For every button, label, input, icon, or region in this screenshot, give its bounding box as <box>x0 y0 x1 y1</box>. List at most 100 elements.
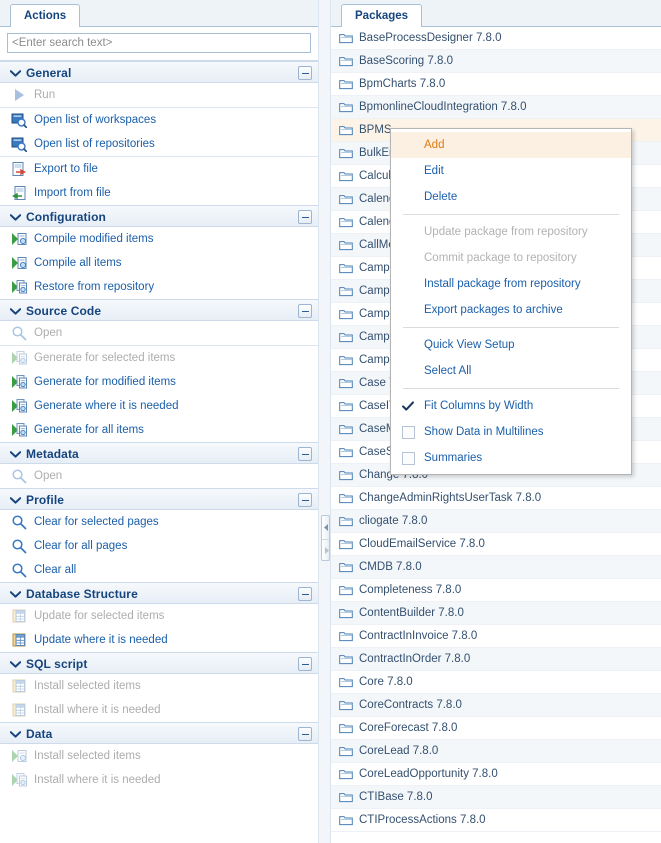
menu-item-fit-columns-by-width[interactable]: Fit Columns by Width <box>391 393 631 419</box>
section-header-configuration[interactable]: Configuration <box>0 205 318 227</box>
section-collapse-button[interactable] <box>298 493 312 507</box>
package-row[interactable]: BaseScoring 7.8.0 <box>331 50 661 73</box>
search-input[interactable] <box>7 33 311 53</box>
section-collapse-button[interactable] <box>298 66 312 80</box>
package-name: BpmonlineCloudIntegration 7.8.0 <box>359 101 527 113</box>
section-collapse-button[interactable] <box>298 657 312 671</box>
checkbox-unchecked-icon[interactable] <box>402 426 415 439</box>
package-row[interactable]: ContractInOrder 7.8.0 <box>331 648 661 671</box>
action-item-compile-modified-items[interactable]: Compile modified items <box>0 227 318 251</box>
chevron-down-icon <box>9 300 21 322</box>
action-item-label: Import from file <box>34 187 111 199</box>
section-header-metadata[interactable]: Metadata <box>0 442 318 464</box>
section-collapse-button[interactable] <box>298 304 312 318</box>
action-group: Generate for selected items Generate for … <box>0 345 318 442</box>
package-row[interactable]: BpmonlineCloudIntegration 7.8.0 <box>331 96 661 119</box>
package-row[interactable]: CloudEmailService 7.8.0 <box>331 533 661 556</box>
packages-context-menu[interactable]: Add Edit Delete Update package from reposit… <box>390 128 632 475</box>
package-row[interactable]: ContractInInvoice 7.8.0 <box>331 625 661 648</box>
section-title: SQL script <box>26 657 88 671</box>
section-header-source-code[interactable]: Source Code <box>0 299 318 321</box>
action-item-open-list-of-repositories[interactable]: Open list of repositories <box>0 132 318 156</box>
action-item-import-from-file[interactable]: Import from file <box>0 181 318 205</box>
action-group: Open <box>0 321 318 345</box>
section-collapse-button[interactable] <box>298 210 312 224</box>
action-group: Clear for selected pages Clear for all pa… <box>0 510 318 582</box>
action-item-compile-all-items[interactable]: Compile all items <box>0 251 318 275</box>
action-item-export-to-file[interactable]: Export to file <box>0 157 318 181</box>
action-item-clear-for-selected-pages[interactable]: Clear for selected pages <box>0 510 318 534</box>
actions-tabstrip: Actions <box>0 0 318 28</box>
section-collapse-button[interactable] <box>298 447 312 461</box>
section-header-database-structure[interactable]: Database Structure <box>0 582 318 604</box>
folder-icon <box>339 262 353 274</box>
action-item-label: Clear for all pages <box>34 540 128 552</box>
package-row[interactable]: CoreForecast 7.8.0 <box>331 717 661 740</box>
folder-icon <box>339 469 353 481</box>
menu-item-show-data-in-multilines[interactable]: Show Data in Multilines <box>391 419 631 445</box>
package-row[interactable]: CTIBase 7.8.0 <box>331 786 661 809</box>
action-item-open-list-of-workspaces[interactable]: Open list of workspaces <box>0 108 318 132</box>
section-header-general[interactable]: General <box>0 61 318 83</box>
menu-item-add[interactable]: Add <box>391 132 631 158</box>
menu-item-delete[interactable]: Delete <box>391 184 631 210</box>
package-row[interactable]: CTIProcessActions 7.8.0 <box>331 809 661 832</box>
chevron-down-icon <box>9 583 21 605</box>
section-header-profile[interactable]: Profile <box>0 488 318 510</box>
package-row[interactable]: ChangeAdminRightsUserTask 7.8.0 <box>331 487 661 510</box>
folder-icon <box>339 768 353 780</box>
menu-item-label: Commit package to repository <box>424 252 577 264</box>
menu-separator <box>403 214 619 215</box>
package-row[interactable]: Completeness 7.8.0 <box>331 579 661 602</box>
menu-item-edit[interactable]: Edit <box>391 158 631 184</box>
section-header-sql-script[interactable]: SQL script <box>0 652 318 674</box>
action-item-restore-from-repository[interactable]: Restore from repository <box>0 275 318 299</box>
package-row[interactable]: BpmCharts 7.8.0 <box>331 73 661 96</box>
generate-icon <box>11 350 27 366</box>
folder-icon <box>339 561 353 573</box>
checkbox-unchecked-icon[interactable] <box>402 452 415 465</box>
folder-icon <box>339 285 353 297</box>
section-header-data[interactable]: Data <box>0 722 318 744</box>
splitter-grip[interactable] <box>321 515 331 561</box>
menu-item-export-packages-to-archive[interactable]: Export packages to archive <box>391 297 631 323</box>
action-item-clear-all[interactable]: Clear all <box>0 558 318 582</box>
action-item-generate-for-selected-items: Generate for selected items <box>0 346 318 370</box>
package-row[interactable]: cliogate 7.8.0 <box>331 510 661 533</box>
action-item-label: Update for selected items <box>34 610 165 622</box>
action-group: Install selected items Install where it i… <box>0 674 318 722</box>
menu-item-quick-view-setup[interactable]: Quick View Setup <box>391 332 631 358</box>
menu-item-summaries[interactable]: Summaries <box>391 445 631 471</box>
action-item-label: Install selected items <box>34 750 141 762</box>
menu-item-select-all[interactable]: Select All <box>391 358 631 384</box>
tab-packages[interactable]: Packages <box>341 4 423 28</box>
package-row[interactable]: ContentBuilder 7.8.0 <box>331 602 661 625</box>
action-item-generate-where-it-is-needed[interactable]: Generate where it is needed <box>0 394 318 418</box>
section-collapse-button[interactable] <box>298 587 312 601</box>
collapse-right-icon[interactable] <box>322 539 331 561</box>
package-row[interactable]: CMDB 7.8.0 <box>331 556 661 579</box>
package-row[interactable]: Core 7.8.0 <box>331 671 661 694</box>
tab-actions[interactable]: Actions <box>10 4 81 28</box>
menu-item-install-package-from-repository[interactable]: Install package from repository <box>391 271 631 297</box>
package-row[interactable]: CoreLead 7.8.0 <box>331 740 661 763</box>
action-item-clear-for-all-pages[interactable]: Clear for all pages <box>0 534 318 558</box>
action-item-label: Generate where it is needed <box>34 400 179 412</box>
package-name: CMDB 7.8.0 <box>359 561 422 573</box>
package-row[interactable]: CoreContracts 7.8.0 <box>331 694 661 717</box>
package-name: ContentBuilder 7.8.0 <box>359 607 464 619</box>
action-item-generate-for-all-items[interactable]: Generate for all items <box>0 418 318 442</box>
action-item-generate-for-modified-items[interactable]: Generate for modified items <box>0 370 318 394</box>
chevron-down-icon <box>9 206 21 228</box>
section-collapse-button[interactable] <box>298 727 312 741</box>
package-name: cliogate 7.8.0 <box>359 515 428 527</box>
package-row[interactable]: CoreLeadOpportunity 7.8.0 <box>331 763 661 786</box>
compile-icon <box>11 748 27 764</box>
action-item-update-where-it-is-needed[interactable]: Update where it is needed <box>0 628 318 652</box>
package-name: CoreLeadOpportunity 7.8.0 <box>359 768 498 780</box>
folder-icon <box>339 101 353 113</box>
menu-item-update-package-from-repository: Update package from repository <box>391 219 631 245</box>
collapse-left-icon[interactable] <box>322 516 331 538</box>
package-row[interactable]: BaseProcessDesigner 7.8.0 <box>331 27 661 50</box>
panel-splitter[interactable] <box>318 0 331 843</box>
